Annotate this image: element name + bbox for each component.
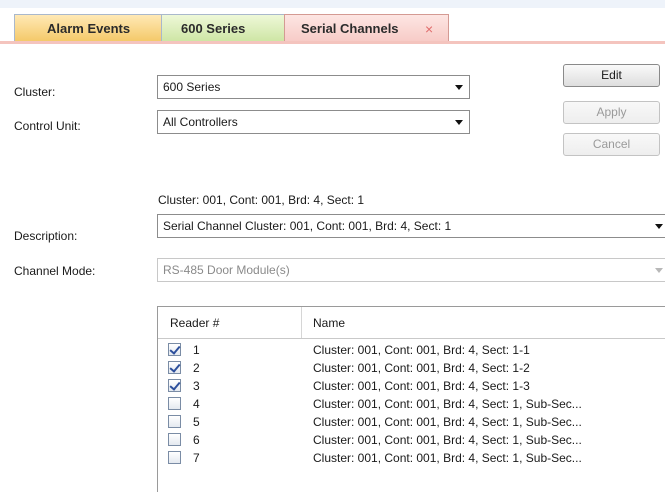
tab-label: Serial Channels <box>301 21 399 36</box>
table-row[interactable]: 6 Cluster: 001, Cont: 001, Brd: 4, Sect: … <box>158 431 665 449</box>
control-unit-dropdown[interactable]: All Controllers <box>157 110 470 134</box>
cluster-label: Cluster: <box>14 85 56 99</box>
table-row[interactable]: 3 Cluster: 001, Cont: 001, Brd: 4, Sect: … <box>158 377 665 395</box>
tab-600-series[interactable]: 600 Series <box>161 14 285 42</box>
chevron-down-icon <box>655 268 663 273</box>
reader-number: 4 <box>193 397 200 411</box>
reader-name: Cluster: 001, Cont: 001, Brd: 4, Sect: 1… <box>313 433 582 447</box>
column-divider[interactable] <box>301 307 302 338</box>
reader-name: Cluster: 001, Cont: 001, Brd: 4, Sect: 1… <box>313 415 582 429</box>
reader-number: 2 <box>193 361 200 375</box>
reader-checkbox[interactable] <box>168 379 181 392</box>
chevron-down-icon <box>455 85 463 90</box>
chevron-down-icon <box>455 120 463 125</box>
reader-checkbox[interactable] <box>168 361 181 374</box>
description-value: Serial Channel Cluster: 001, Cont: 001, … <box>163 219 452 233</box>
tab-serial-channels[interactable]: Serial Channels × <box>284 14 449 42</box>
reader-name: Cluster: 001, Cont: 001, Brd: 4, Sect: 1… <box>313 379 530 393</box>
reader-name: Cluster: 001, Cont: 001, Brd: 4, Sect: 1… <box>313 397 582 411</box>
control-unit-label: Control Unit: <box>14 119 81 133</box>
tab-label: Alarm Events <box>47 21 131 36</box>
channel-mode-label: Channel Mode: <box>14 264 96 278</box>
reader-checkbox[interactable] <box>168 397 181 410</box>
chevron-down-icon <box>655 224 663 229</box>
reader-number: 5 <box>193 415 200 429</box>
description-dropdown[interactable]: Serial Channel Cluster: 001, Cont: 001, … <box>157 214 665 238</box>
reader-checkbox[interactable] <box>168 451 181 464</box>
cancel-button[interactable]: Cancel <box>563 133 660 156</box>
description-label: Description: <box>14 229 78 243</box>
column-header-name[interactable]: Name <box>313 316 345 330</box>
channel-mode-dropdown[interactable]: RS-485 Door Module(s) <box>157 258 665 282</box>
cluster-dropdown[interactable]: 600 Series <box>157 75 470 99</box>
reader-grid: Reader # Name 1 Cluster: 001, Cont: 001, … <box>157 306 665 492</box>
reader-number: 6 <box>193 433 200 447</box>
tab-label: 600 Series <box>181 21 246 36</box>
table-row[interactable]: 2 Cluster: 001, Cont: 001, Brd: 4, Sect: … <box>158 359 665 377</box>
tab-strip-background <box>0 0 665 8</box>
reader-checkbox[interactable] <box>168 433 181 446</box>
tab-strip: Alarm Events 600 Series Serial Channels … <box>0 0 665 44</box>
tab-underline <box>0 41 665 44</box>
edit-button[interactable]: Edit <box>563 64 660 87</box>
reader-checkbox[interactable] <box>168 343 181 356</box>
control-unit-value: All Controllers <box>163 115 238 129</box>
table-row[interactable]: 1 Cluster: 001, Cont: 001, Brd: 4, Sect: … <box>158 341 665 359</box>
table-row[interactable]: 4 Cluster: 001, Cont: 001, Brd: 4, Sect: … <box>158 395 665 413</box>
reader-number: 1 <box>193 343 200 357</box>
table-row[interactable]: 5 Cluster: 001, Cont: 001, Brd: 4, Sect: … <box>158 413 665 431</box>
location-text: Cluster: 001, Cont: 001, Brd: 4, Sect: 1 <box>158 193 365 207</box>
close-icon[interactable]: × <box>425 15 439 43</box>
column-header-reader[interactable]: Reader # <box>170 316 219 330</box>
reader-name: Cluster: 001, Cont: 001, Brd: 4, Sect: 1… <box>313 451 582 465</box>
reader-checkbox[interactable] <box>168 415 181 428</box>
table-row[interactable]: 7 Cluster: 001, Cont: 001, Brd: 4, Sect: … <box>158 449 665 467</box>
tab-alarm-events[interactable]: Alarm Events <box>14 14 162 42</box>
reader-name: Cluster: 001, Cont: 001, Brd: 4, Sect: 1… <box>313 343 530 357</box>
grid-header: Reader # Name <box>158 307 665 339</box>
reader-number: 3 <box>193 379 200 393</box>
reader-number: 7 <box>193 451 200 465</box>
reader-name: Cluster: 001, Cont: 001, Brd: 4, Sect: 1… <box>313 361 530 375</box>
channel-mode-value: RS-485 Door Module(s) <box>163 263 290 277</box>
apply-button[interactable]: Apply <box>563 101 660 124</box>
cluster-value: 600 Series <box>163 80 221 94</box>
